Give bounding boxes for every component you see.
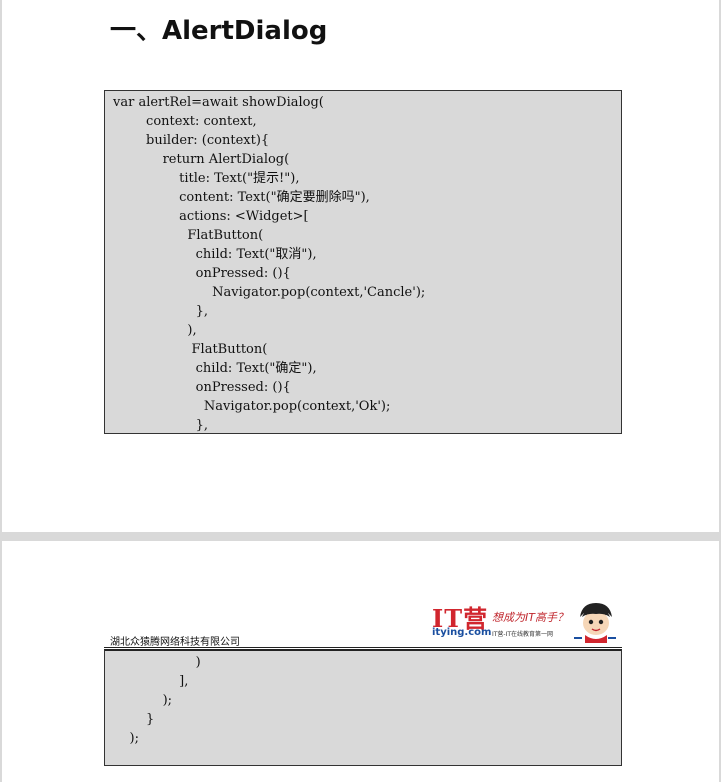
code-block-2: ) ], ); } ); [104, 649, 622, 766]
document-page-2: IT营 itying.com 想成为IT高手？ IT营-IT在线教育第一网 湖北… [2, 541, 719, 782]
code-line: ); [113, 731, 139, 746]
code-line: title: Text("提示!"), [113, 171, 300, 186]
code-block-1: var alertRel=await showDialog( context: … [104, 90, 622, 434]
code-line: ) [113, 655, 201, 670]
code-line: }, [113, 418, 209, 433]
code-line: var alertRel=await showDialog( [113, 95, 324, 110]
header-rule [104, 647, 622, 648]
code-line: builder: (context){ [113, 133, 270, 148]
logo-domain-text: itying.com [432, 627, 492, 638]
code-line: actions: <Widget>[ [113, 209, 309, 224]
code-line: } [113, 712, 155, 727]
code-line: FlatButton( [113, 228, 264, 243]
logo-slogan-text: 想成为IT高手？ [492, 611, 568, 624]
company-name: 湖北众猿腾网络科技有限公司 [110, 637, 240, 648]
code-line: ); [113, 693, 173, 708]
code-line: ), [113, 323, 197, 338]
code-line: onPressed: (){ [113, 380, 291, 395]
code-line: ], [113, 674, 189, 689]
code-lines: var alertRel=await showDialog( context: … [105, 91, 621, 433]
code-line: Navigator.pop(context,'Cancle'); [113, 285, 426, 300]
code-lines: ) ], ); } ); [105, 651, 621, 748]
code-line: child: Text("确定"), [113, 361, 317, 376]
mascot-icon [574, 603, 616, 643]
code-line: child: Text("取消"), [113, 247, 317, 262]
ity-logo: IT营 itying.com 想成为IT高手？ IT营-IT在线教育第一网 [430, 599, 616, 645]
document-page-1: 一、AlertDialog var alertRel=await showDia… [2, 0, 719, 532]
code-line: return AlertDialog( [113, 152, 290, 167]
code-line: context: context, [113, 114, 257, 129]
document-viewport[interactable]: 一、AlertDialog var alertRel=await showDia… [0, 0, 721, 782]
code-line: onPressed: (){ [113, 266, 291, 281]
code-line: FlatButton( [113, 342, 268, 357]
section-heading: 一、AlertDialog [110, 16, 328, 46]
logo-subtitle-text: IT营-IT在线教育第一网 [492, 631, 554, 638]
code-line: }, [113, 304, 209, 319]
code-line: content: Text("确定要删除吗"), [113, 190, 370, 205]
code-line: Navigator.pop(context,'Ok'); [113, 399, 391, 414]
